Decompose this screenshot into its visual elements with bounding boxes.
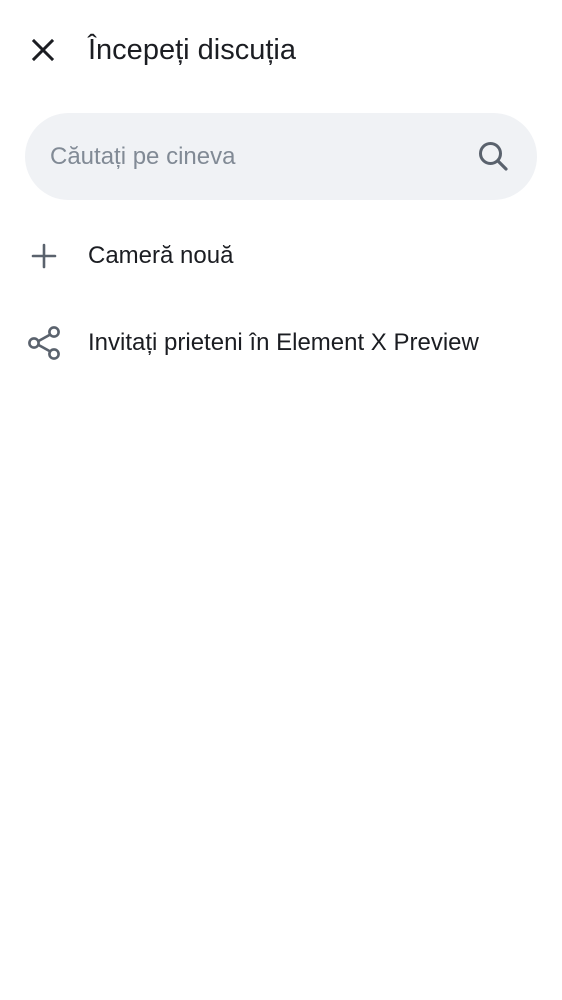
invite-friends-item[interactable]: Invitați prieteni în Element X Preview	[0, 303, 562, 383]
invite-friends-label: Invitați prieteni în Element X Preview	[88, 329, 479, 356]
page-title: Începeți discuția	[88, 34, 296, 66]
plus-icon	[26, 238, 62, 274]
share-icon	[26, 325, 62, 361]
close-button[interactable]	[22, 29, 64, 71]
search-input[interactable]	[50, 113, 470, 200]
start-chat-screen: Începeți discuția Cameră nouă Invitați p	[0, 0, 562, 1000]
search-icon	[479, 142, 508, 171]
search-field[interactable]	[25, 113, 537, 200]
close-icon	[31, 38, 55, 62]
new-room-label: Cameră nouă	[88, 242, 234, 269]
new-room-item[interactable]: Cameră nouă	[0, 216, 562, 296]
top-app-bar: Începeți discuția	[0, 0, 562, 100]
